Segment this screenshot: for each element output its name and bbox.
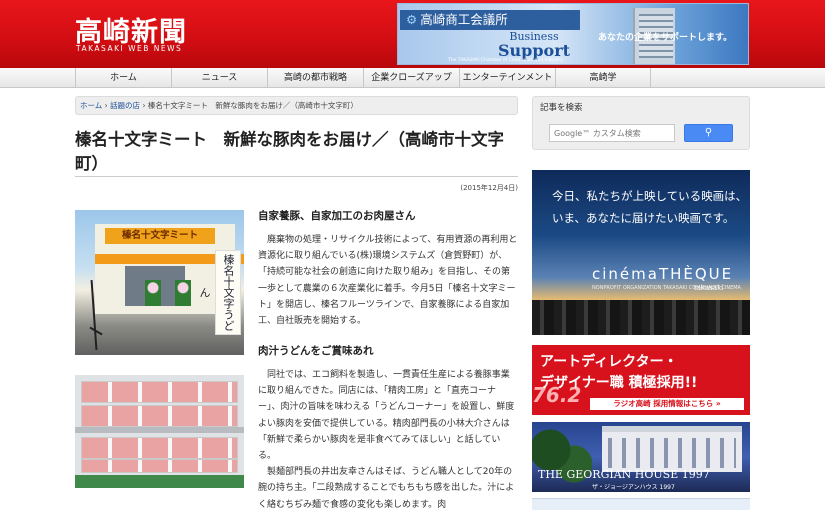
article-paragraph-2: 同社では、エコ飼料を製造し、一貫責任生産による養豚事業に取り組んできた。同店には…	[258, 370, 515, 510]
radio-ad-line-1: アートディレクター・	[540, 354, 678, 370]
cinema-ad-line-2: いま、あなたに届けたい映画です。	[552, 211, 735, 225]
georgian-house-title: THE GEORGIAN HOUSE 1997	[538, 468, 710, 481]
banner-tagline: あなたの企業をサポートします。	[598, 33, 733, 43]
nav-item-news[interactable]: ニュース	[171, 68, 267, 88]
banner-business-support: Business Support	[497, 30, 571, 60]
article-paragraph-1: 廃棄物の処理・リサイクル技術によって、有用資源の再利用と資源化に取り組んでいる(…	[258, 235, 518, 327]
meat-display-case-photo	[75, 375, 244, 488]
radio-ad-line-2: デザイナー職 積極採用!!	[540, 375, 698, 391]
breadcrumb-category-link[interactable]: 話題の店	[110, 101, 140, 110]
shop-sign: 榛名十文字ミート	[105, 228, 215, 244]
display-base	[75, 475, 244, 488]
article-date: (2015年12月4日)	[460, 184, 518, 192]
breadcrumb: ホーム › 話題の店 › 榛名十文字ミート 新鮮な豚肉をお届け／（高崎市十文字町…	[75, 96, 518, 115]
article-subheading-2: 肉汁うどんをご賞味あれ	[258, 345, 374, 357]
search-button[interactable]: ⚲	[684, 124, 733, 142]
site-logo-subtitle: TAKASAKI WEB NEWS	[76, 44, 183, 53]
next-ad-strip[interactable]	[532, 498, 750, 510]
search-heading: 記事を検索	[540, 103, 583, 113]
radio-recruit-link[interactable]: ラジオ高崎 採用情報はこちら »	[590, 398, 744, 410]
nav-item-entertainment[interactable]: エンターテインメント	[459, 68, 555, 88]
chamber-of-commerce-banner[interactable]: ⚙ 高崎商工会議所 Business Support The TAKASAKI C…	[397, 3, 749, 65]
flower-stand	[175, 280, 191, 306]
title-divider	[75, 176, 518, 177]
search-input[interactable]	[549, 124, 675, 142]
cinema-skyline	[532, 300, 750, 335]
site-header: 高崎新聞 TAKASAKI WEB NEWS ⚙ 高崎商工会議所 Business…	[0, 0, 825, 68]
breadcrumb-home-link[interactable]: ホーム	[80, 101, 102, 110]
cinema-logo: cinémaTHÈQUE	[592, 265, 734, 283]
georgian-house-building	[602, 426, 742, 472]
radio-takasaki-recruit-ad[interactable]: アートディレクター・ 76.2 デザイナー職 積極採用!! ラジオ高崎 採用情報…	[532, 345, 750, 415]
georgian-house-ad[interactable]: THE GEORGIAN HOUSE 1997 ザ・ジョージアンハウス 1997	[532, 422, 750, 492]
cinematheque-ad[interactable]: 今日、私たちが上映している映画は、 いま、あなたに届けたい映画です。 ciném…	[532, 170, 750, 335]
search-icon: ⚲	[704, 127, 713, 138]
cinema-city-text: takasaki	[694, 284, 724, 292]
udon-banner-flag: 榛名十文字うどん	[198, 250, 241, 335]
shop-storefront-photo: 榛名十文字ミート 榛名十文字うどん	[75, 210, 244, 355]
meat-tray-row	[81, 437, 238, 459]
meat-tray-row	[81, 381, 238, 403]
meat-tray-row	[81, 459, 238, 473]
nav-item-city-strategy[interactable]: 高崎の都市戦略	[267, 68, 363, 88]
georgian-house-subtitle: ザ・ジョージアンハウス 1997	[592, 484, 675, 491]
flower-stand	[145, 280, 161, 306]
breadcrumb-current: 榛名十文字ミート 新鮮な豚肉をお届け／（高崎市十文字町）	[147, 101, 358, 110]
nav-item-company-closeup[interactable]: 企業クローズアップ	[363, 68, 459, 88]
cinema-ad-line-1: 今日、私たちが上映している映画は、	[552, 189, 748, 203]
nav-item-takasaki-studies[interactable]: 高崎学	[555, 68, 651, 88]
article-subheading-1: 自家養豚、自家加工のお肉屋さん	[258, 210, 416, 222]
meat-tray-row	[81, 405, 238, 427]
article-title: 榛名十文字ミート 新鮮な豚肉をお届け／（高崎市十文字町）	[75, 130, 504, 173]
nav-item-home[interactable]: ホーム	[75, 68, 171, 88]
display-shelf	[75, 427, 244, 433]
chamber-logo-icon: ⚙	[406, 12, 418, 27]
banner-org-label: ⚙ 高崎商工会議所	[400, 10, 580, 30]
georgian-house-trees	[532, 422, 592, 492]
main-nav: ホーム ニュース 高崎の都市戦略 企業クローズアップ エンターテインメント 高崎…	[0, 68, 825, 88]
